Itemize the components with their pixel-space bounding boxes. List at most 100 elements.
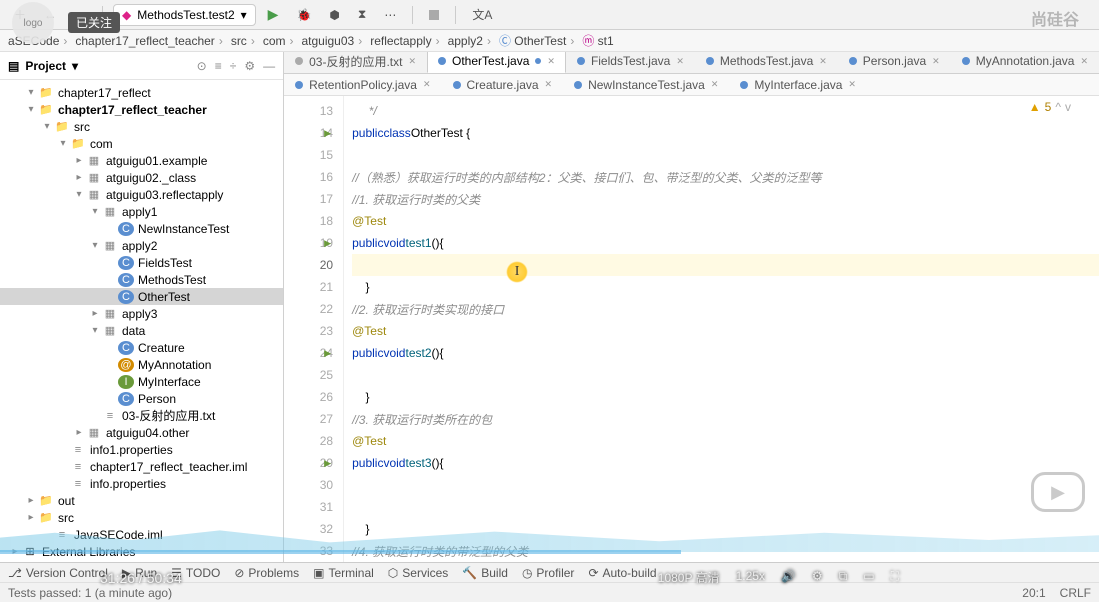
line-number[interactable]: 19 (284, 232, 343, 254)
problems-tool[interactable]: ⊘ Problems (234, 566, 299, 580)
line-number[interactable]: 21 (284, 276, 343, 298)
close-tab-icon[interactable]: ✕ (711, 79, 719, 90)
line-number[interactable]: 33 (284, 540, 343, 562)
code-line[interactable]: public class OtherTest { (352, 122, 1099, 144)
breadcrumb-item[interactable]: Ⓒ OtherTest (499, 32, 578, 49)
run-icon[interactable]: ▶ (262, 4, 285, 26)
tree-node[interactable]: ▾📁com (0, 135, 283, 152)
code-line[interactable]: @Test (352, 430, 1099, 452)
code-line[interactable]: //（熟悉）获取运行时类的内部结构2：父类、接口们、包、带泛型的父类、父类的泛型… (352, 166, 1099, 188)
tree-arrow-icon[interactable]: ▾ (88, 240, 102, 251)
breadcrumb-item[interactable]: chapter17_reflect_teacher (75, 34, 226, 48)
line-number[interactable]: 28 (284, 430, 343, 452)
editor-tab[interactable]: OtherTest.java✕ (427, 52, 566, 73)
tree-node[interactable]: ▸▦atguigu01.example (0, 152, 283, 169)
code-line[interactable]: */ (352, 100, 1099, 122)
code-line[interactable]: public void test2(){ (352, 342, 1099, 364)
line-number[interactable]: 24 (284, 342, 343, 364)
tree-arrow-icon[interactable]: ▾ (24, 87, 38, 98)
tree-arrow-icon[interactable]: ▾ (88, 325, 102, 336)
close-tab-icon[interactable]: ✕ (932, 56, 940, 67)
inspection-badge[interactable]: ▲ 5 ^ v (1029, 100, 1071, 114)
line-number[interactable]: 13 (284, 100, 343, 122)
tree-node[interactable]: ▾▦atguigu03.reflectapply (0, 186, 283, 203)
tree-arrow-icon[interactable]: ▾ (56, 138, 70, 149)
line-number[interactable]: 26 (284, 386, 343, 408)
editor-tab[interactable]: NewInstanceTest.java✕ (563, 74, 729, 96)
version-control-tool[interactable]: ⎇ Version Control (8, 566, 108, 580)
line-number[interactable]: 15 (284, 144, 343, 166)
code-line[interactable]: @Test (352, 210, 1099, 232)
hide-icon[interactable]: — (263, 59, 275, 73)
code-line[interactable] (352, 474, 1099, 496)
tree-node[interactable]: ▸▦apply3 (0, 305, 283, 322)
tree-arrow-icon[interactable]: ▸ (72, 155, 86, 166)
close-tab-icon[interactable]: ✕ (423, 79, 431, 90)
tree-arrow-icon[interactable]: ▾ (40, 121, 54, 132)
breadcrumb-item[interactable]: reflectapply (370, 34, 443, 48)
code-line[interactable] (352, 144, 1099, 166)
editor-tab[interactable]: RetentionPolicy.java✕ (284, 74, 441, 96)
line-number[interactable]: 14 (284, 122, 343, 144)
editor-tab[interactable]: Creature.java✕ (442, 74, 564, 96)
code-line[interactable] (352, 496, 1099, 518)
tree-node[interactable]: ≡info.properties (0, 475, 283, 492)
code-line[interactable] (352, 254, 1099, 276)
tree-node[interactable]: ▸▦atguigu02._class (0, 169, 283, 186)
project-pane-title[interactable]: ▤ Project ▾ (8, 59, 78, 73)
editor-gutter[interactable]: 1314151617181920212223242526272829303132… (284, 96, 344, 562)
tree-node[interactable]: CFieldsTest (0, 254, 283, 271)
coverage-icon[interactable]: ⬢ (323, 4, 345, 26)
services-tool[interactable]: ⬡ Services (388, 566, 449, 580)
tree-node[interactable]: CCreature (0, 339, 283, 356)
tree-node[interactable]: ▸▦atguigu04.other (0, 424, 283, 441)
caret-position[interactable]: 20:1 (1022, 586, 1045, 600)
line-separator[interactable]: CRLF (1060, 586, 1091, 600)
tree-node[interactable]: ▾📁chapter17_reflect (0, 84, 283, 101)
build-tool[interactable]: 🔨 Build (462, 566, 508, 580)
tree-node[interactable]: CMethodsTest (0, 271, 283, 288)
tree-node[interactable]: ≡JavaSECode.iml (0, 526, 283, 543)
tree-node[interactable]: ▾▦apply1 (0, 203, 283, 220)
tree-node[interactable]: ▾▦apply2 (0, 237, 283, 254)
code-editor[interactable]: ▲ 5 ^ v 13141516171819202122232425262728… (284, 96, 1099, 562)
close-tab-icon[interactable]: ✕ (676, 56, 684, 67)
tree-node[interactable]: ▸📁out (0, 492, 283, 509)
tree-arrow-icon[interactable]: ▾ (24, 104, 38, 115)
run-config-selector[interactable]: ◆ MethodsTest.test2 ▾ (113, 4, 256, 26)
tree-node[interactable]: ≡info1.properties (0, 441, 283, 458)
tree-node[interactable]: ▾▦data (0, 322, 283, 339)
code-line[interactable]: //1. 获取运行时类的父类 (352, 188, 1099, 210)
editor-tab[interactable]: FieldsTest.java✕ (566, 52, 695, 73)
tree-node[interactable]: CPerson (0, 390, 283, 407)
todo-tool[interactable]: ☰ TODO (171, 566, 220, 580)
line-number[interactable]: 18 (284, 210, 343, 232)
select-opened-icon[interactable]: ⊙ (197, 59, 207, 73)
close-tab-icon[interactable]: ✕ (547, 56, 555, 67)
line-number[interactable]: 31 (284, 496, 343, 518)
code-line[interactable]: } (352, 386, 1099, 408)
profiler-tool[interactable]: ◷ Profiler (522, 566, 575, 580)
close-tab-icon[interactable]: ✕ (408, 56, 416, 67)
breadcrumb-item[interactable]: ⓜ st1 (582, 32, 621, 49)
close-tab-icon[interactable]: ✕ (1080, 56, 1088, 67)
line-number[interactable]: 32 (284, 518, 343, 540)
code-line[interactable]: //4. 获取运行时类的带泛型的父类 (352, 540, 1099, 562)
line-number[interactable]: 27 (284, 408, 343, 430)
code-line[interactable]: @Test (352, 320, 1099, 342)
tree-node[interactable]: CNewInstanceTest (0, 220, 283, 237)
run-tool[interactable]: ▶ Run (122, 566, 157, 580)
line-number[interactable]: 22 (284, 298, 343, 320)
collapse-all-icon[interactable]: ÷ (230, 59, 237, 73)
code-line[interactable]: public void test1(){ (352, 232, 1099, 254)
close-tab-icon[interactable]: ✕ (819, 56, 827, 67)
tree-node[interactable]: ≡chapter17_reflect_teacher.iml (0, 458, 283, 475)
code-line[interactable]: } (352, 276, 1099, 298)
line-number[interactable]: 29 (284, 452, 343, 474)
editor-tab[interactable]: 03-反射的应用.txt✕ (284, 52, 427, 73)
breadcrumb-item[interactable]: src (231, 34, 259, 48)
debug-icon[interactable]: 🐞 (290, 4, 317, 26)
close-tab-icon[interactable]: ✕ (545, 79, 553, 90)
translate-icon[interactable]: 文A (466, 4, 498, 26)
tree-node[interactable]: ▾📁chapter17_reflect_teacher (0, 101, 283, 118)
